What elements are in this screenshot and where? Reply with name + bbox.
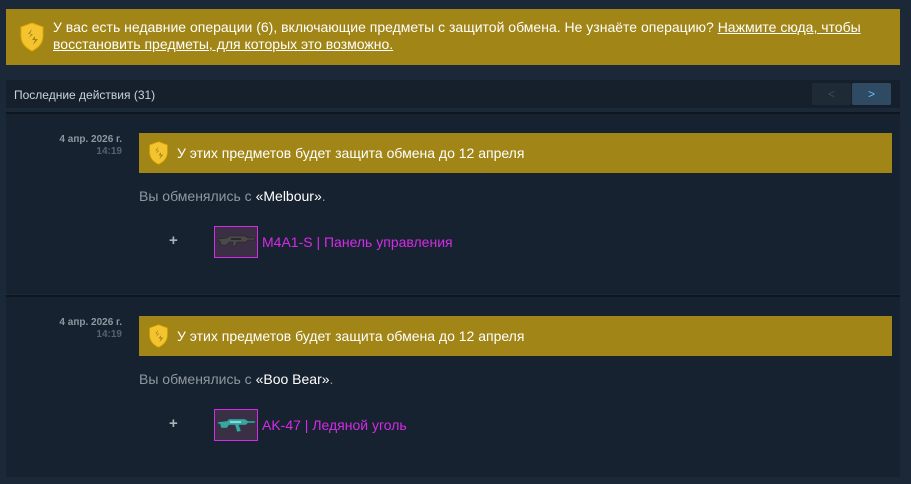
traded-prefix: Вы обменялись с	[139, 371, 256, 387]
prev-page-button[interactable]: <	[812, 83, 851, 105]
trade-entry: 4 апр. 2026 г. 14:19 У этих предметов бу…	[6, 295, 900, 477]
entry-date: 4 апр. 2026 г. 14:19	[6, 317, 122, 341]
trade-entry: 4 апр. 2026 г. 14:19 У этих предметов бу…	[6, 112, 900, 294]
item-thumbnail[interactable]	[214, 226, 258, 258]
history-header: Последние действия (31) < >	[6, 80, 900, 108]
traded-prefix: Вы обменялись с	[139, 188, 256, 204]
item-thumbnail[interactable]	[214, 409, 258, 441]
protection-text: У этих предметов будет защита обмена до …	[177, 145, 525, 161]
shield-icon	[20, 22, 44, 52]
entry-time: 14:19	[96, 329, 122, 340]
plus-icon: +	[169, 415, 178, 432]
shield-icon	[149, 141, 168, 165]
trade-partner: «Boo Bear»	[255, 371, 330, 387]
shield-icon	[149, 324, 168, 348]
traded-with-line: Вы обменялись с «Melbour».	[139, 188, 326, 204]
entry-date: 4 апр. 2026 г. 14:19	[6, 134, 122, 158]
entry-time: 14:19	[96, 146, 122, 157]
m4a1s-rifle-icon	[217, 235, 256, 247]
item-name-link[interactable]: AK-47 | Ледяной уголь	[262, 417, 407, 433]
trade-partner: «Melbour»	[255, 188, 322, 204]
ak47-rifle-icon	[217, 418, 256, 433]
trade-protection-banner: У вас есть недавние операции (6), включа…	[6, 9, 900, 65]
protection-notice: У этих предметов будет защита обмена до …	[139, 133, 892, 173]
entry-date-text: 4 апр. 2026 г.	[59, 317, 122, 328]
protection-text: У этих предметов будет защита обмена до …	[177, 328, 525, 344]
traded-suffix: .	[321, 188, 326, 204]
plus-icon: +	[169, 232, 178, 249]
protection-notice: У этих предметов будет защита обмена до …	[139, 316, 892, 356]
history-title: Последние действия (31)	[14, 88, 156, 102]
traded-suffix: .	[329, 371, 334, 387]
traded-with-line: Вы обменялись с «Boo Bear».	[139, 371, 333, 387]
banner-text: У вас есть недавние операции (6), включа…	[53, 19, 718, 35]
entry-date-text: 4 апр. 2026 г.	[59, 134, 122, 145]
next-page-button[interactable]: >	[852, 83, 891, 105]
item-name-link[interactable]: M4A1-S | Панель управления	[262, 234, 453, 250]
